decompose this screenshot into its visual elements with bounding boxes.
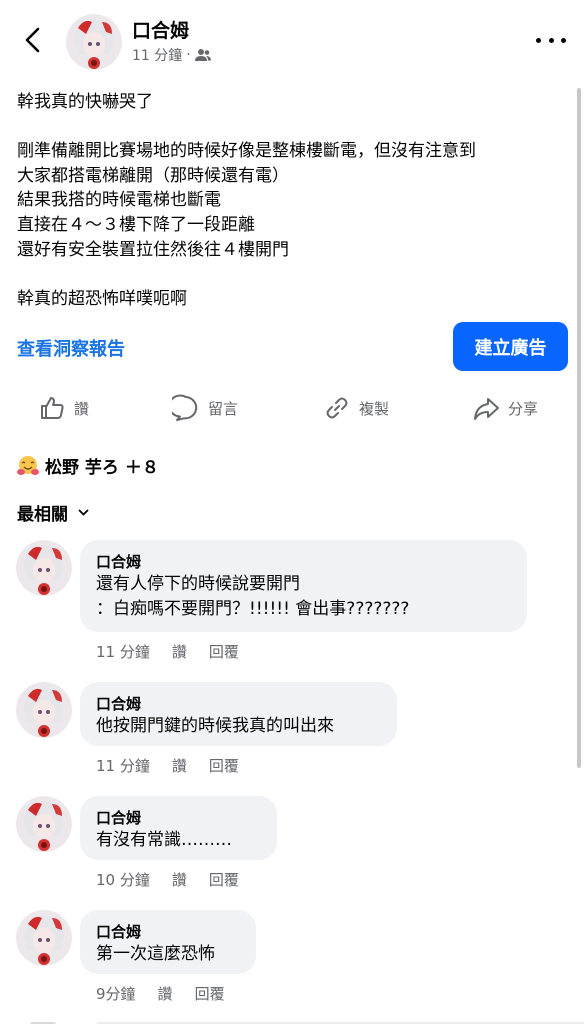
post-meta: 11 分鐘 · <box>132 45 211 65</box>
like-button[interactable]: 讚 <box>38 394 89 422</box>
comment-meta: 10 分鐘 讚 回覆 <box>96 869 261 890</box>
comment-time: 11 分鐘 <box>96 757 150 775</box>
avatar[interactable] <box>16 682 72 738</box>
comment-time: 10 分鐘 <box>96 871 150 889</box>
comment-like-button[interactable]: 讚 <box>158 983 173 1004</box>
comment-author[interactable]: 口合姆 <box>96 922 240 942</box>
comment-bubble[interactable]: 口合姆 還有人停下的時候說要開門 ：白痴嗎不要開門？!!!!!! 會出事????… <box>80 540 527 632</box>
post-line: 幹真的超恐怖咩噗呃啊 <box>17 288 187 309</box>
post-line: 剛準備離開比賽場地的時候好像是整棟樓斷電，但沒有注意到 <box>17 141 476 162</box>
comment-label: 留言 <box>208 399 239 418</box>
comment-bubble-icon <box>172 394 198 421</box>
comment-reply-button[interactable]: 回覆 <box>209 641 239 662</box>
avatar[interactable] <box>66 14 122 70</box>
comment-author[interactable]: 口合姆 <box>96 552 511 572</box>
reactions-summary[interactable]: 松野 芋ろ ＋８ <box>17 453 159 478</box>
avatar[interactable] <box>16 796 72 852</box>
back-button[interactable] <box>18 24 50 56</box>
comment-author[interactable]: 口合姆 <box>96 694 381 714</box>
comment-bubble[interactable]: 口合姆 他按開門鍵的時候我真的叫出來 <box>80 682 397 746</box>
post-line: 結果我搭的時候電梯也斷電 <box>17 190 221 211</box>
create-ad-button[interactable]: 建立廣告 <box>453 322 568 371</box>
comment-like-button[interactable]: 讚 <box>172 869 187 890</box>
scrollbar[interactable] <box>577 88 581 768</box>
comment-line: 第一次這麼恐怖 <box>96 944 215 964</box>
copy-button[interactable]: 複製 <box>323 394 389 422</box>
comment-reply-button[interactable]: 回覆 <box>209 755 239 776</box>
copy-label: 複製 <box>359 399 390 418</box>
post-line: 還好有安全裝置拉住然後往４樓開門 <box>17 239 289 260</box>
view-insights-link[interactable]: 查看洞察報告 <box>17 335 125 361</box>
avatar[interactable] <box>16 540 72 596</box>
comment-line: 他按開門鍵的時候我真的叫出來 <box>96 716 334 736</box>
comment-line: 還有人停下的時候說要開門 <box>96 574 300 594</box>
more-dot <box>548 37 554 43</box>
more-options-button[interactable] <box>536 28 566 52</box>
more-dot <box>536 37 541 43</box>
next-comment-peek <box>0 1016 584 1024</box>
comment-sort-dropdown[interactable]: 最相關 <box>17 500 89 525</box>
post-body: 幹我真的快嚇哭了 剛準備離開比賽場地的時候好像是整棟樓斷電，但沒有注意到 大家都… <box>17 90 572 311</box>
comment-time: 11 分鐘 <box>96 643 150 661</box>
post-header: 口合姆 11 分鐘 · <box>0 0 584 82</box>
meta-separator: · <box>186 47 191 63</box>
post-action-bar: 讚 留言 複製 分享 <box>0 390 584 430</box>
post-time[interactable]: 11 分鐘 <box>132 45 182 65</box>
author-name[interactable]: 口合姆 <box>132 16 189 43</box>
comment-bubble[interactable]: 口合姆 第一次這麼恐怖 <box>80 910 256 974</box>
comment-meta: 9分鐘 讚 回覆 <box>96 983 247 1004</box>
share-arrow-icon <box>474 398 499 420</box>
comment-like-button[interactable]: 讚 <box>172 641 187 662</box>
comment-line: 有沒有常識……… <box>96 830 232 850</box>
share-button[interactable]: 分享 <box>472 394 538 422</box>
chevron-down-icon <box>78 509 89 516</box>
comment-button[interactable]: 留言 <box>172 394 238 422</box>
comment-like-button[interactable]: 讚 <box>172 755 187 776</box>
comment-reply-button[interactable]: 回覆 <box>209 869 239 890</box>
reactions-text: 松野 芋ろ ＋８ <box>45 458 159 478</box>
sort-label: 最相關 <box>17 505 68 525</box>
post-line: 大家都搭電梯離開（那時候還有電） <box>17 165 289 186</box>
friends-icon <box>194 49 211 61</box>
hugging-face-icon <box>17 455 39 475</box>
comment-reply-button[interactable]: 回覆 <box>195 983 225 1004</box>
thumbs-up-icon <box>41 397 64 419</box>
more-dot <box>561 37 566 43</box>
post-line: 幹我真的快嚇哭了 <box>17 92 153 112</box>
link-icon <box>326 397 348 419</box>
avatar[interactable] <box>16 910 72 966</box>
post-line: 直接在４～３樓下降了一段距離 <box>17 214 255 235</box>
comment-bubble[interactable]: 口合姆 有沒有常識……… <box>80 796 277 860</box>
comment-author[interactable]: 口合姆 <box>96 808 261 828</box>
like-label: 讚 <box>74 399 90 418</box>
share-label: 分享 <box>508 399 539 418</box>
comment-meta: 11 分鐘 讚 回覆 <box>96 641 261 662</box>
comment-time: 9分鐘 <box>96 985 136 1003</box>
comment-line: ：白痴嗎不要開門？!!!!!! 會出事??????? <box>96 599 410 619</box>
chevron-left-icon <box>25 27 40 53</box>
comment-meta: 11 分鐘 讚 回覆 <box>96 755 261 776</box>
